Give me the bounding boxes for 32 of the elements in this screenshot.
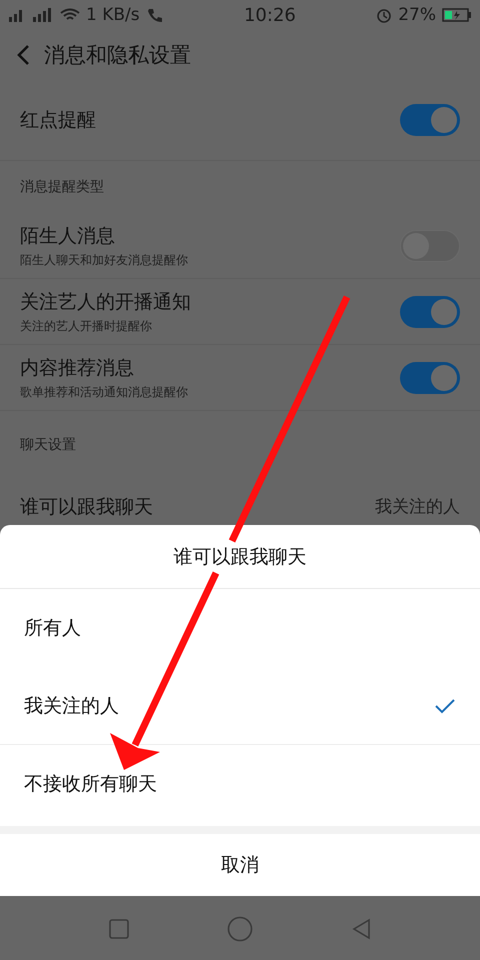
page-title: 消息和隐私设置 [44,42,191,69]
toggle-switch[interactable] [400,104,460,136]
alarm-icon [376,7,392,23]
battery-percent: 27% [398,5,436,25]
recent-apps-icon[interactable] [109,918,129,938]
section-title: 聊天设置 [20,436,76,454]
phone-icon [146,7,164,23]
network-speed: 1 KB/s [86,5,140,25]
home-icon[interactable] [227,916,253,942]
clock-time: 10:26 [244,4,296,26]
cancel-button[interactable]: 取消 [0,834,480,896]
battery-icon [442,7,472,23]
setting-label: 谁可以跟我聊天 [20,494,153,520]
back-icon[interactable] [351,918,371,940]
option-item[interactable]: 所有人 [0,589,480,667]
setting-label: 陌生人消息 [20,224,116,248]
toggle-switch[interactable] [400,296,460,328]
signal-icon [32,8,54,22]
setting-description: 关注的艺人开播时提醒你 [20,318,153,334]
setting-description: 歌单推荐和活动通知消息提醒你 [20,384,188,400]
setting-value: 我关注的人 [375,496,460,518]
back-icon[interactable] [16,44,30,66]
check-icon [434,698,456,714]
setting-description: 陌生人聊天和加好友消息提醒你 [20,252,188,268]
toggle-switch[interactable] [400,362,460,394]
setting-label: 关注艺人的开播通知 [20,290,191,314]
wifi-icon [60,8,80,22]
setting-label: 内容推荐消息 [20,356,135,380]
section-title: 消息提醒类型 [20,178,104,196]
sheet-title: 谁可以跟我聊天 [174,544,306,570]
option-item[interactable]: 不接收所有聊天 [0,745,480,823]
setting-label: 红点提醒 [20,108,96,133]
